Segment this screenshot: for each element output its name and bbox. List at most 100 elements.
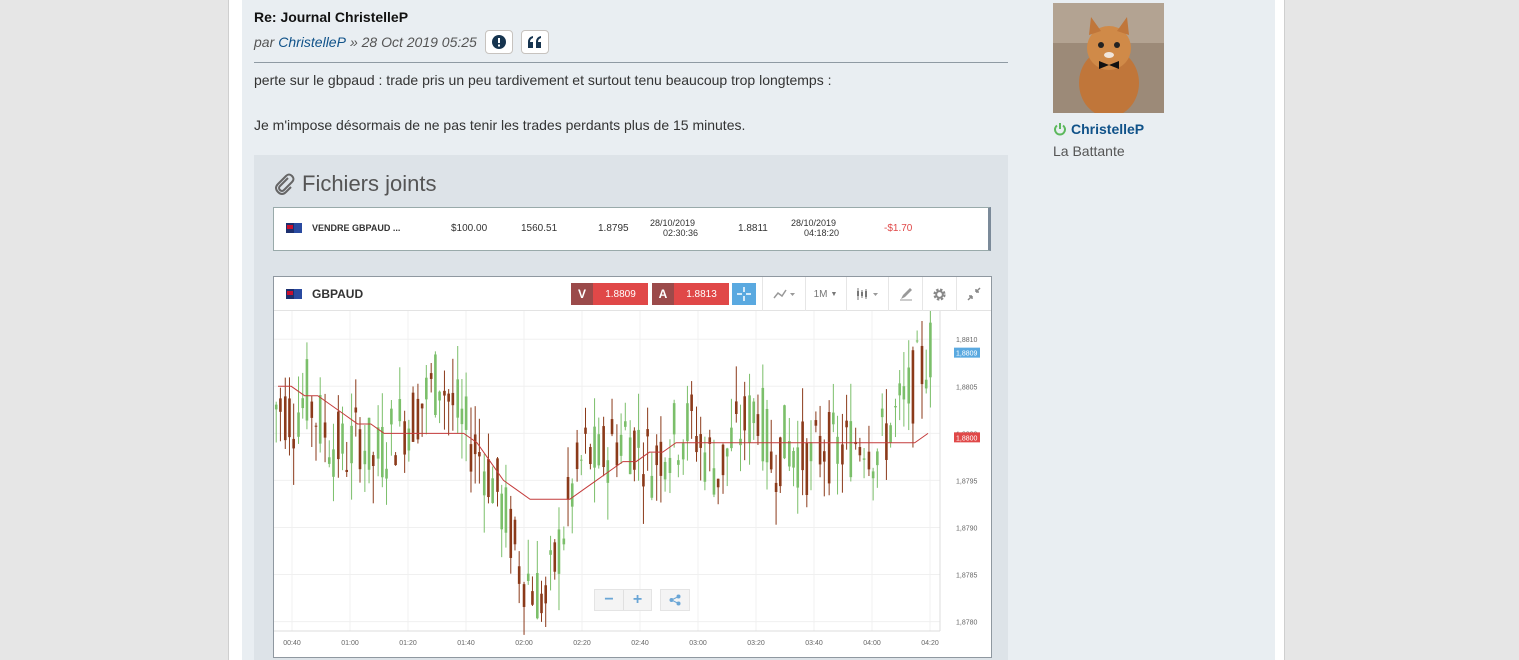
- candle-body: [756, 414, 760, 436]
- chart-header: GBPAUD V 1.8809 A 1.8813 1M ▼: [274, 277, 991, 311]
- candle-body: [686, 403, 689, 442]
- collapse-button[interactable]: [956, 277, 991, 311]
- candle-body: [314, 425, 318, 427]
- candle-body: [447, 393, 450, 402]
- candle-body: [385, 468, 388, 479]
- candle-body: [615, 442, 619, 466]
- candle-body: [730, 427, 733, 449]
- candle-body: [478, 452, 481, 457]
- candle-body: [619, 434, 623, 456]
- timeframe-select[interactable]: 1M ▼: [805, 277, 845, 311]
- attachments-label: Fichiers joints: [302, 171, 437, 196]
- cat-avatar[interactable]: [1053, 3, 1164, 113]
- chart-type-button[interactable]: [846, 277, 888, 311]
- candle-body: [403, 421, 406, 455]
- buy-price: 1.8813: [674, 283, 729, 305]
- y-tick-label: 1,8810: [956, 337, 978, 344]
- candle-body: [544, 585, 548, 604]
- zoom-controls: − +: [594, 589, 652, 611]
- chevron-down-icon: ▼: [830, 290, 838, 298]
- post-title[interactable]: Re: Journal ChristelleP: [254, 9, 408, 25]
- attachments-title: Fichiers joints: [272, 171, 436, 197]
- candle-body: [695, 435, 698, 453]
- post-profile: ChristelleP La Battante: [1046, 0, 1274, 167]
- collapse-icon: [967, 287, 981, 301]
- candle-body: [549, 550, 552, 555]
- candle-body: [690, 394, 693, 411]
- settings-button[interactable]: [922, 277, 956, 311]
- share-button[interactable]: [661, 590, 689, 610]
- candle-body: [761, 387, 765, 462]
- candle-body: [902, 386, 906, 400]
- candle-body: [655, 445, 658, 466]
- candle-body: [668, 457, 672, 473]
- x-tick-label: 02:40: [631, 640, 649, 647]
- candle-body: [703, 452, 707, 482]
- candle-body: [451, 392, 455, 406]
- candle-body: [796, 447, 800, 488]
- candle-body: [885, 423, 888, 460]
- candle-body: [318, 395, 322, 444]
- candle-body: [283, 396, 287, 441]
- y-tick-label: 1,8780: [956, 620, 978, 627]
- indicators-button[interactable]: [762, 277, 804, 311]
- candle-body: [845, 420, 848, 428]
- chart-symbol: GBPAUD: [286, 287, 363, 301]
- profile-rank: La Battante: [1053, 143, 1125, 159]
- candle-body: [536, 573, 539, 619]
- sell-price-box[interactable]: V 1.8809: [571, 283, 648, 305]
- gear-icon: [933, 287, 946, 301]
- attachments-box: Fichiers joints VENDRE GBPAUD ... $100.0…: [254, 155, 1008, 660]
- trade-amount: $100.00: [451, 223, 488, 234]
- x-tick-label: 03:20: [747, 640, 765, 647]
- candle-body: [911, 350, 915, 424]
- candle-body: [725, 448, 729, 457]
- x-tick-label: 03:00: [689, 640, 707, 647]
- profile-username: ChristelleP: [1053, 121, 1144, 137]
- candle-body: [487, 459, 490, 498]
- candle-body: [907, 367, 911, 404]
- candle-body: [337, 411, 340, 460]
- trade-pnl: -$1.70: [884, 223, 913, 234]
- candle-body: [566, 477, 570, 500]
- ma-label: 1,8800: [956, 435, 978, 442]
- zoom-in-button[interactable]: +: [623, 590, 651, 610]
- candle-body: [650, 475, 654, 498]
- username-link[interactable]: ChristelleP: [1071, 121, 1144, 137]
- candle-body: [792, 450, 795, 468]
- candle-body: [473, 434, 477, 455]
- crosshair-button[interactable]: [732, 283, 756, 305]
- candle-body: [301, 398, 305, 409]
- candle-body: [827, 412, 831, 484]
- report-button[interactable]: [484, 30, 513, 54]
- candle-body: [929, 322, 932, 378]
- candle-body: [880, 408, 884, 418]
- x-tick-label: 04:20: [921, 640, 939, 647]
- candle-body: [491, 478, 494, 503]
- flag-icon: [286, 289, 302, 299]
- candle-body: [553, 542, 557, 572]
- chart-window-image[interactable]: GBPAUD V 1.8809 A 1.8813 1M ▼ 1,8810 1,8…: [273, 276, 992, 658]
- candle-body: [915, 340, 919, 342]
- candle-body: [739, 438, 742, 446]
- zoom-out-button[interactable]: −: [595, 590, 623, 610]
- buy-price-box[interactable]: A 1.8813: [652, 283, 729, 305]
- candle-body: [411, 392, 415, 442]
- y-tick-label: 1,8790: [956, 525, 978, 532]
- candle-body: [867, 451, 871, 470]
- quote-button[interactable]: [520, 30, 549, 54]
- candle-body: [809, 442, 813, 462]
- candle-body: [332, 449, 335, 477]
- candle-body: [580, 459, 583, 461]
- author-link[interactable]: ChristelleP: [278, 34, 346, 50]
- candle-body: [602, 426, 605, 468]
- candle-body: [354, 407, 358, 413]
- candle-body: [642, 474, 645, 487]
- trade-row-image[interactable]: VENDRE GBPAUD ... $100.00 1560.51 1.8795…: [273, 207, 991, 251]
- candle-body: [623, 421, 627, 427]
- draw-button[interactable]: [888, 277, 922, 311]
- by-prefix: par: [254, 34, 275, 50]
- candle-body: [774, 482, 778, 493]
- candle-body: [438, 391, 441, 401]
- post-date: » 28 Oct 2019 05:25: [349, 34, 477, 50]
